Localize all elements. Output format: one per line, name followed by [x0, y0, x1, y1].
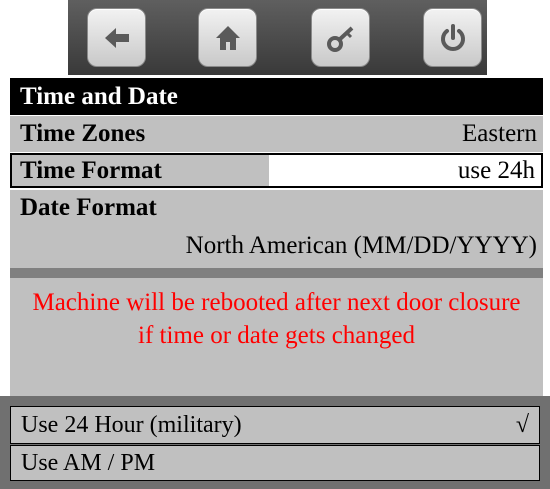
- page-title: Time and Date: [10, 78, 543, 115]
- time-format-row[interactable]: Time Format use 24h: [10, 153, 543, 188]
- home-button[interactable]: [198, 8, 257, 67]
- time-date-screen: Time and Date Time Zones Eastern Time Fo…: [0, 0, 550, 489]
- time-format-label: Time Format: [12, 155, 269, 186]
- time-zones-row[interactable]: Time Zones Eastern: [10, 116, 543, 152]
- option-am-pm[interactable]: Use AM / PM: [10, 445, 540, 481]
- time-zones-value: Eastern: [462, 120, 537, 147]
- date-format-row[interactable]: Date Format North American (MM/DD/YYYY): [10, 190, 543, 268]
- back-button[interactable]: [87, 8, 146, 67]
- time-format-options: Use 24 Hour (military) √ Use AM / PM: [0, 396, 550, 489]
- power-button[interactable]: [423, 8, 482, 67]
- time-zones-label: Time Zones: [20, 120, 146, 147]
- home-icon: [215, 25, 240, 50]
- power-icon: [440, 23, 465, 51]
- option-label: Use AM / PM: [21, 450, 156, 476]
- back-arrow-icon: [104, 27, 129, 48]
- date-format-value: North American (MM/DD/YYYY): [185, 232, 537, 259]
- key-icon: [326, 26, 353, 52]
- time-format-value: use 24h: [457, 157, 535, 184]
- option-label: Use 24 Hour (military): [21, 412, 242, 438]
- toolbar: [68, 0, 487, 75]
- reboot-warning: Machine will be rebooted after next door…: [10, 278, 543, 396]
- option-24-hour[interactable]: Use 24 Hour (military) √: [10, 406, 540, 444]
- key-button[interactable]: [311, 8, 370, 67]
- date-format-label: Date Format: [20, 194, 157, 221]
- divider: [10, 268, 543, 278]
- check-icon: √: [515, 412, 529, 438]
